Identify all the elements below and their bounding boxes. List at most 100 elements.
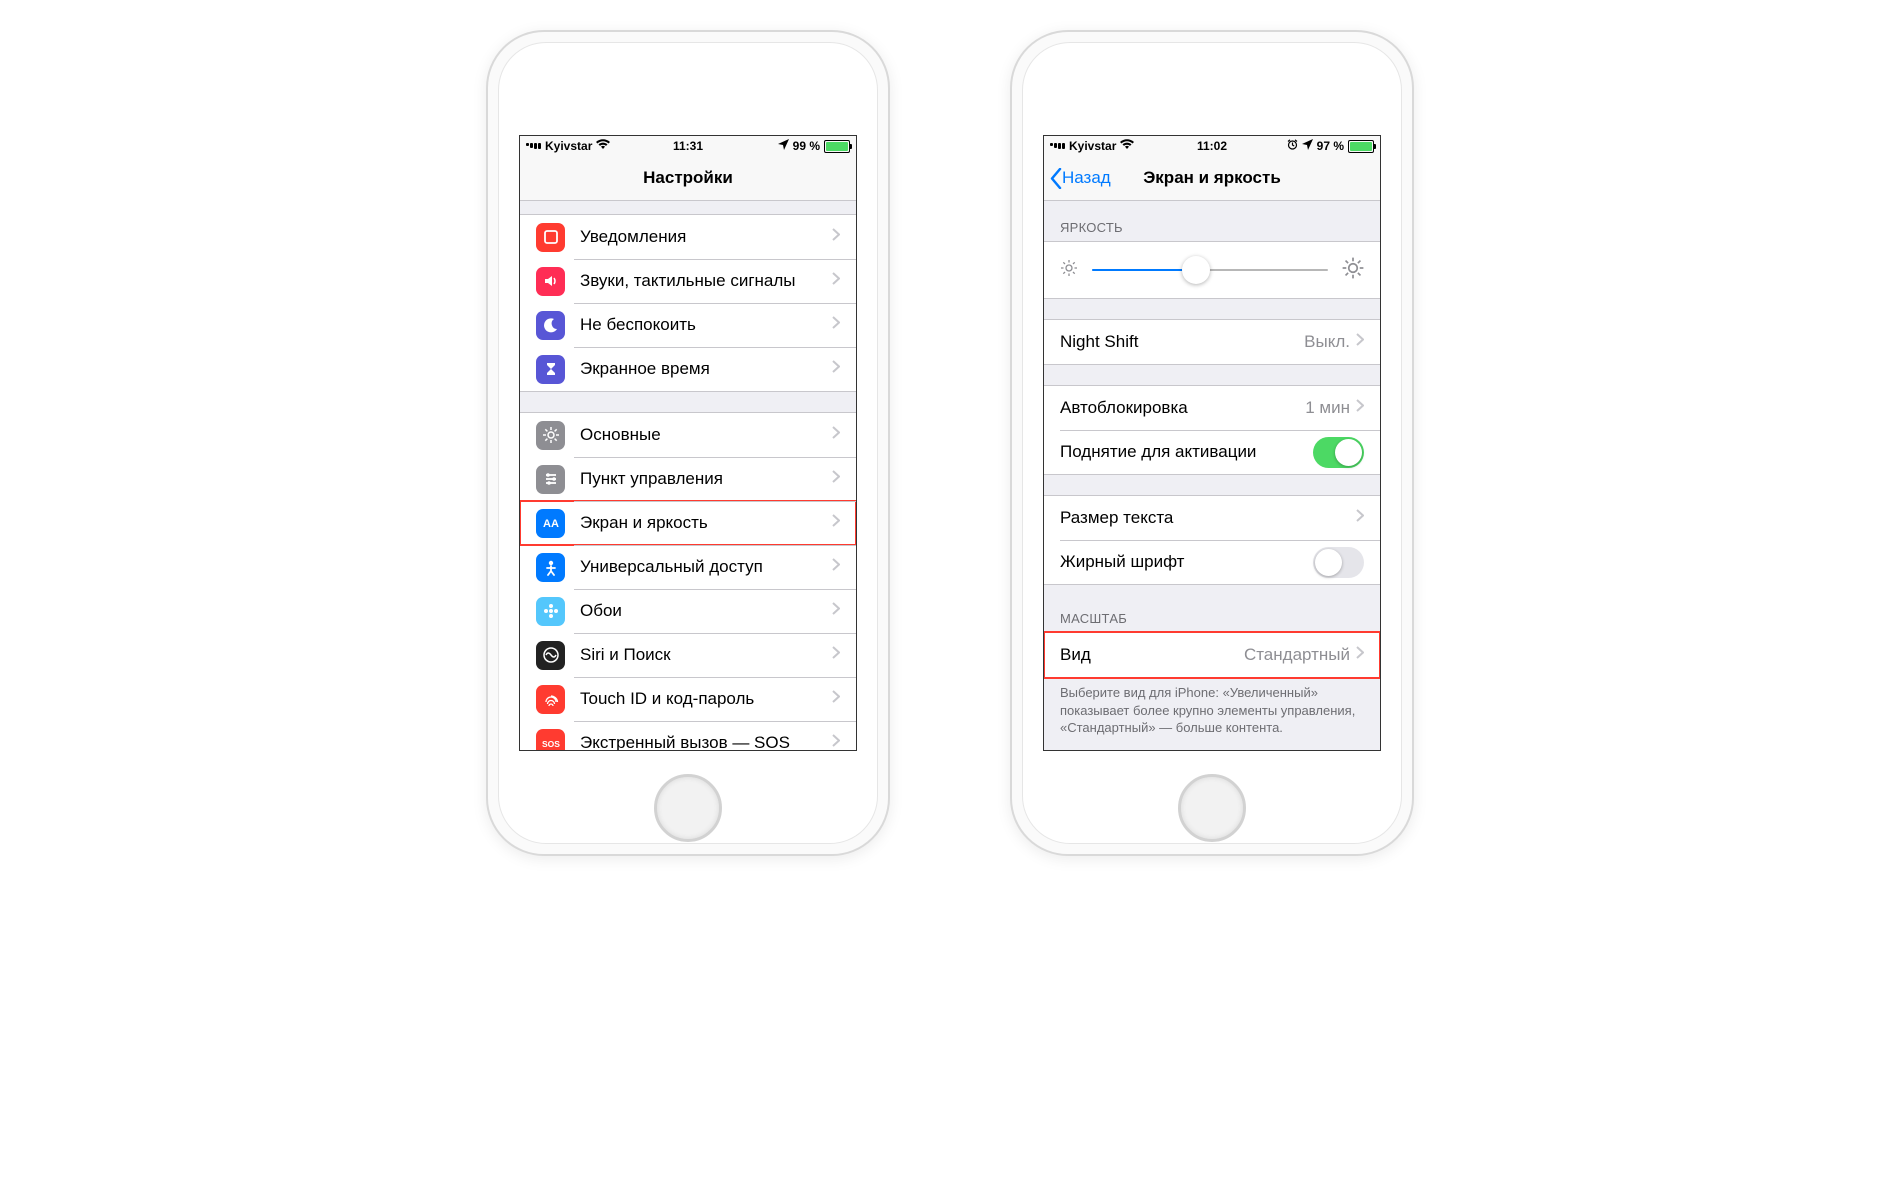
- status-bar: Kyivstar 11:02 97 %: [1044, 136, 1380, 156]
- brightness-slider[interactable]: [1092, 256, 1328, 284]
- back-button[interactable]: Назад: [1044, 168, 1111, 189]
- settings-row-label: Звуки, тактильные сигналы: [580, 271, 832, 291]
- nav-bar: Настройки: [520, 156, 856, 201]
- night-shift-row[interactable]: Night Shift Выкл.: [1044, 320, 1380, 364]
- wallpaper-icon: [536, 597, 565, 626]
- screentime-icon: [536, 355, 565, 384]
- touchid-icon: [536, 685, 565, 714]
- carrier-label: Kyivstar: [1069, 139, 1116, 153]
- settings-row-label: Основные: [580, 425, 832, 445]
- battery-percent: 97 %: [1317, 139, 1344, 153]
- chevron-right-icon: [1356, 399, 1364, 417]
- status-bar: Kyivstar 11:31 99 %: [520, 136, 856, 156]
- settings-row-label: Siri и Поиск: [580, 645, 832, 665]
- nav-bar: Назад Экран и яркость: [1044, 156, 1380, 201]
- battery-icon: [824, 140, 850, 153]
- settings-row-accessibility[interactable]: Универсальный доступ: [520, 545, 856, 589]
- phone-frame-left: Kyivstar 11:31 99 % На: [486, 30, 890, 856]
- zoom-value: Стандартный: [1244, 645, 1350, 665]
- notifications-icon: [536, 223, 565, 252]
- alarm-icon: [1287, 139, 1298, 153]
- home-button[interactable]: [654, 774, 722, 842]
- screen-right: Kyivstar 11:02 97 %: [1043, 135, 1381, 751]
- page-title: Настройки: [520, 168, 856, 188]
- sos-icon: SOS: [536, 729, 565, 751]
- chevron-right-icon: [1356, 646, 1364, 664]
- settings-row-touchid[interactable]: Touch ID и код-пароль: [520, 677, 856, 721]
- clock: 11:31: [673, 139, 703, 153]
- bold-text-row: Жирный шрифт: [1044, 540, 1380, 584]
- settings-row-label: Обои: [580, 601, 832, 621]
- siri-icon: [536, 641, 565, 670]
- zoom-header: МАСШТАБ: [1044, 605, 1380, 632]
- settings-row-label: Не беспокоить: [580, 315, 832, 335]
- text-size-row[interactable]: Размер текста: [1044, 496, 1380, 540]
- sounds-icon: [536, 267, 565, 296]
- settings-row-screentime[interactable]: Экранное время: [520, 347, 856, 391]
- bold-toggle[interactable]: [1313, 547, 1364, 578]
- autolock-label: Автоблокировка: [1060, 398, 1305, 418]
- battery-icon: [1348, 140, 1374, 153]
- raise-to-wake-row: Поднятие для активации: [1044, 430, 1380, 474]
- autolock-row[interactable]: Автоблокировка 1 мин: [1044, 386, 1380, 430]
- chevron-right-icon: [832, 690, 840, 708]
- control-center-icon: [536, 465, 565, 494]
- chevron-right-icon: [832, 426, 840, 444]
- settings-row-label: Экранное время: [580, 359, 832, 379]
- settings-row-sos[interactable]: SOSЭкстренный вызов — SOS: [520, 721, 856, 750]
- settings-row-siri[interactable]: Siri и Поиск: [520, 633, 856, 677]
- sun-large-icon: [1342, 257, 1364, 284]
- settings-row-general[interactable]: Основные: [520, 413, 856, 457]
- chevron-right-icon: [832, 514, 840, 532]
- chevron-right-icon: [832, 228, 840, 246]
- display-icon: AA: [536, 509, 565, 538]
- chevron-right-icon: [832, 470, 840, 488]
- autolock-value: 1 мин: [1305, 398, 1350, 418]
- signal-icon: [526, 143, 541, 149]
- settings-row-label: Экран и яркость: [580, 513, 832, 533]
- settings-row-label: Универсальный доступ: [580, 557, 832, 577]
- bold-label: Жирный шрифт: [1060, 552, 1313, 572]
- chevron-right-icon: [832, 316, 840, 334]
- signal-icon: [1050, 143, 1065, 149]
- settings-row-sounds[interactable]: Звуки, тактильные сигналы: [520, 259, 856, 303]
- settings-row-label: Пункт управления: [580, 469, 832, 489]
- chevron-right-icon: [832, 602, 840, 620]
- chevron-right-icon: [832, 558, 840, 576]
- home-button[interactable]: [1178, 774, 1246, 842]
- raise-toggle[interactable]: [1313, 437, 1364, 468]
- settings-row-dnd[interactable]: Не беспокоить: [520, 303, 856, 347]
- settings-row-display[interactable]: AA Экран и яркость: [520, 501, 856, 545]
- chevron-right-icon: [832, 360, 840, 378]
- settings-row-wallpaper[interactable]: Обои: [520, 589, 856, 633]
- back-label: Назад: [1062, 168, 1111, 188]
- svg-text:SOS: SOS: [542, 739, 560, 749]
- dnd-icon: [536, 311, 565, 340]
- chevron-right-icon: [832, 734, 840, 750]
- chevron-right-icon: [832, 272, 840, 290]
- svg-text:AA: AA: [543, 518, 559, 530]
- battery-percent: 99 %: [793, 139, 820, 153]
- text-size-label: Размер текста: [1060, 508, 1356, 528]
- zoom-label: Вид: [1060, 645, 1244, 665]
- display-zoom-row[interactable]: Вид Стандартный: [1044, 633, 1380, 677]
- general-icon: [536, 421, 565, 450]
- wifi-icon: [1120, 139, 1134, 153]
- night-shift-label: Night Shift: [1060, 332, 1304, 352]
- chevron-right-icon: [1356, 333, 1364, 351]
- location-icon: [778, 139, 789, 153]
- wifi-icon: [596, 139, 610, 153]
- chevron-right-icon: [832, 646, 840, 664]
- chevron-right-icon: [1356, 509, 1364, 527]
- settings-row-notifications[interactable]: Уведомления: [520, 215, 856, 259]
- raise-label: Поднятие для активации: [1060, 442, 1313, 462]
- settings-row-control-center[interactable]: Пункт управления: [520, 457, 856, 501]
- clock: 11:02: [1197, 139, 1227, 153]
- location-icon: [1302, 139, 1313, 153]
- night-shift-value: Выкл.: [1304, 332, 1350, 352]
- brightness-header: ЯРКОСТЬ: [1044, 214, 1380, 241]
- settings-row-label: Touch ID и код-пароль: [580, 689, 832, 709]
- brightness-row: [1044, 241, 1380, 299]
- carrier-label: Kyivstar: [545, 139, 592, 153]
- accessibility-icon: [536, 553, 565, 582]
